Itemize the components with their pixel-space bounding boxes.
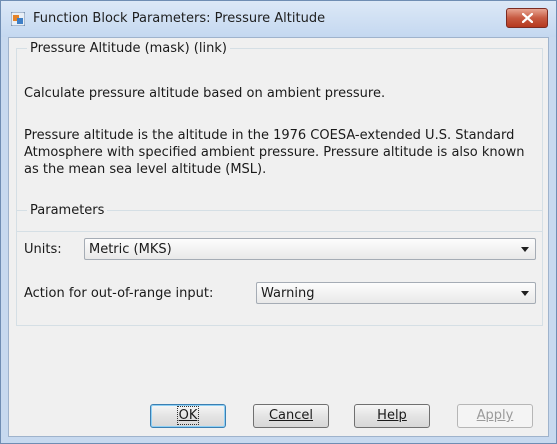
simulink-block-icon: [11, 12, 25, 26]
units-dropdown[interactable]: Metric (MKS): [84, 238, 536, 260]
close-icon: [522, 13, 533, 23]
apply-button[interactable]: Apply: [457, 404, 533, 428]
close-button[interactable]: [506, 8, 548, 28]
title-bar[interactable]: Function Block Parameters: Pressure Alti…: [1, 1, 556, 37]
window-title: Function Block Parameters: Pressure Alti…: [33, 11, 326, 26]
chevron-down-icon: [521, 247, 529, 252]
ok-button-label: OK: [176, 406, 200, 425]
dialog-window: Function Block Parameters: Pressure Alti…: [0, 0, 557, 444]
ok-button[interactable]: OK: [150, 404, 226, 428]
cancel-button[interactable]: Cancel: [253, 404, 329, 428]
out-of-range-action-selected-value: Warning: [261, 286, 315, 301]
block-summary: Calculate pressure altitude based on amb…: [24, 86, 386, 101]
cancel-button-label: Cancel: [268, 408, 314, 423]
parameters-group-title: Parameters: [27, 203, 108, 218]
help-button-label: Help: [377, 408, 407, 423]
help-button[interactable]: Help: [354, 404, 430, 428]
description-group-title: Pressure Altitude (mask) (link): [27, 41, 230, 56]
out-of-range-action-dropdown[interactable]: Warning: [256, 282, 536, 304]
out-of-range-action-label: Action for out-of-range input:: [24, 286, 214, 301]
block-description: Pressure altitude is the altitude in the…: [24, 128, 525, 177]
apply-button-label: Apply: [476, 408, 514, 423]
dialog-body: Pressure Altitude (mask) (link) Calculat…: [8, 37, 549, 437]
units-label: Units:: [24, 242, 62, 257]
chevron-down-icon: [521, 291, 529, 296]
parameters-group: Parameters: [16, 203, 543, 326]
units-selected-value: Metric (MKS): [89, 242, 172, 257]
